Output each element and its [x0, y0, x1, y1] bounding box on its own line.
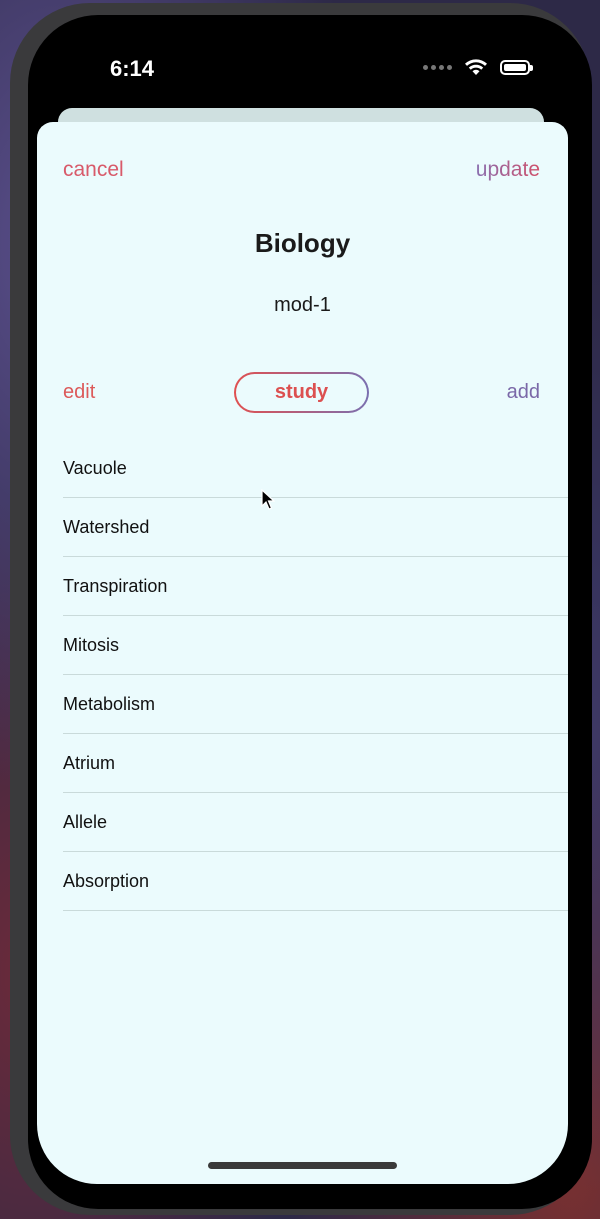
tab-study-label: study	[274, 381, 329, 403]
edit-deck-sheet: cancel update Biology mod-1 edit study a…	[37, 122, 568, 1184]
deck-subtitle: mod-1	[274, 294, 331, 316]
list-item[interactable]: Allele	[63, 793, 568, 852]
cancel-button[interactable]: cancel	[63, 158, 124, 182]
tab-add[interactable]: add	[507, 381, 540, 404]
list-item[interactable]: Mitosis	[63, 616, 568, 675]
list-item[interactable]: Vacuole	[63, 439, 568, 498]
term-list: Vacuole Watershed Transpiration Mitosis …	[63, 439, 568, 911]
update-button[interactable]: update	[476, 158, 540, 182]
list-item[interactable]: Transpiration	[63, 557, 568, 616]
mouse-pointer-icon	[261, 489, 275, 510]
cellular-signal-icon	[423, 64, 452, 70]
home-indicator[interactable]	[208, 1162, 397, 1169]
list-item[interactable]: Watershed	[63, 498, 568, 557]
list-item[interactable]: Absorption	[63, 852, 568, 911]
list-item[interactable]: Metabolism	[63, 675, 568, 734]
wifi-icon	[465, 59, 487, 75]
status-icons	[423, 58, 533, 76]
status-time: 6:14	[110, 56, 155, 81]
battery-icon	[500, 59, 533, 75]
tab-study[interactable]: study	[234, 372, 369, 413]
tab-edit[interactable]: edit	[63, 381, 95, 404]
deck-title: Biology	[254, 228, 351, 258]
list-item[interactable]: Atrium	[63, 734, 568, 793]
